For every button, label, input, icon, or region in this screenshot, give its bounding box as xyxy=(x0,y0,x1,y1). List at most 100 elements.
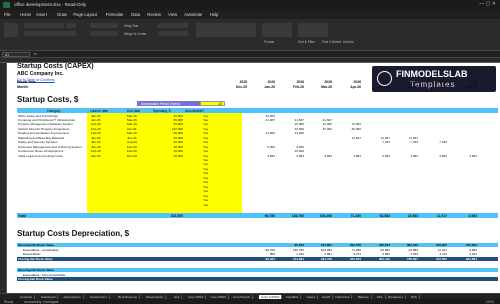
amortizable-cell[interactable]: Yes xyxy=(203,194,208,198)
format-button[interactable]: Format xyxy=(264,40,274,44)
input-area[interactable] xyxy=(87,113,242,213)
menu-item-review[interactable]: Review xyxy=(147,12,161,17)
accessibility-status[interactable]: Accessibility: Investigate xyxy=(24,300,59,304)
window-controls[interactable]: — ▢ ✕ xyxy=(479,1,496,7)
amortizable-cell[interactable]: Yes xyxy=(203,136,208,140)
launch-date-cell[interactable]: Jan-26 xyxy=(91,140,100,144)
menu-item-formulas[interactable]: Formulas xyxy=(106,12,123,17)
amortizable-cell[interactable]: Yes xyxy=(203,127,208,131)
launch-date-cell[interactable]: Jan-26 xyxy=(91,154,100,158)
launch-date-cell[interactable]: Feb-26 xyxy=(91,127,101,131)
dep-period-input[interactable]: 10 xyxy=(200,101,225,106)
end-date-cell[interactable]: Aug-26 xyxy=(127,140,137,144)
fx-icon[interactable]: fx xyxy=(34,52,37,56)
spending-cell[interactable]: 65,000 xyxy=(174,118,183,122)
amortizable-cell[interactable]: Yes xyxy=(203,189,208,193)
month-value-cell: 4,583 xyxy=(296,153,304,158)
amortizable-cell[interactable]: Yes xyxy=(203,167,208,171)
menu-item-home[interactable]: Home xyxy=(20,12,31,17)
amortizable-cell[interactable]: Yes xyxy=(203,145,208,149)
category-cell[interactable]: Initial Legal and Licensing Costs xyxy=(18,154,62,158)
amortizable-cell[interactable]: Yes xyxy=(203,114,208,118)
menu-item-draw[interactable]: Draw xyxy=(57,12,67,17)
cells-group[interactable] xyxy=(262,23,292,37)
align-top-buttons[interactable] xyxy=(90,23,118,28)
add-ins-button[interactable]: Add-ins xyxy=(343,40,354,44)
amortizable-cell[interactable]: Yes xyxy=(203,118,208,122)
category-cell[interactable]: Computer and Peripheral IT Infrastructur… xyxy=(18,118,75,122)
amortizable-cell[interactable]: Yes xyxy=(203,140,208,144)
launch-date-cell[interactable]: Jan-26 xyxy=(91,145,100,149)
find-select-button[interactable]: Find & Select xyxy=(322,40,341,44)
menu-item-view[interactable]: View xyxy=(168,12,177,17)
align-bottom-buttons[interactable] xyxy=(90,31,118,36)
category-cell[interactable]: Document Management and Archiving System xyxy=(18,145,82,149)
amortizable-cell[interactable]: Yes xyxy=(203,203,208,207)
spending-cell[interactable]: 42,500 xyxy=(174,114,183,118)
launch-date-cell[interactable]: Jan-26 xyxy=(91,136,100,140)
launch-date-cell[interactable]: Jan-26 xyxy=(91,114,100,118)
menu-item-data[interactable]: Data xyxy=(131,12,140,17)
amortizable-cell[interactable]: Yes xyxy=(203,180,208,184)
editing-group[interactable] xyxy=(298,23,328,37)
spending-cell[interactable]: 15,000 xyxy=(174,149,183,153)
end-date-cell[interactable]: Apr-26 xyxy=(127,127,136,131)
spending-cell[interactable]: 18,000 xyxy=(174,145,183,149)
menu-item-file[interactable]: File xyxy=(4,12,11,17)
spending-cell[interactable]: 35,000 xyxy=(174,136,183,140)
merge-center-button[interactable]: Merge & Center xyxy=(124,32,147,36)
launch-date-cell[interactable]: Feb-26 xyxy=(91,131,101,135)
end-date-cell[interactable]: Feb-26 xyxy=(127,145,137,149)
amortizable-cell[interactable]: Yes xyxy=(203,198,208,202)
amortizable-cell[interactable]: Yes xyxy=(203,154,208,158)
spending-cell[interactable]: 22,000 xyxy=(174,140,183,144)
amortizable-cell[interactable]: Yes xyxy=(203,158,208,162)
zoom-level[interactable]: 100% xyxy=(486,300,494,304)
end-date-cell[interactable]: Mar-26 xyxy=(127,118,137,122)
end-date-cell[interactable]: Mar-26 xyxy=(127,122,137,126)
wrap-text-button[interactable]: Wrap Text xyxy=(124,24,138,28)
end-date-cell[interactable]: Feb-26 xyxy=(127,149,137,153)
menu-item-insert[interactable]: Insert xyxy=(36,12,46,17)
amortizable-cell[interactable]: Yes xyxy=(203,185,208,189)
total-month-cell: 71,250 xyxy=(350,214,361,218)
spending-cell[interactable]: 28,000 xyxy=(174,131,183,135)
number-format-buttons[interactable] xyxy=(158,31,188,36)
sort-filter-button[interactable]: Sort & Filter xyxy=(298,40,315,44)
number-format-select[interactable] xyxy=(158,23,188,28)
spending-cell[interactable]: 45,000 xyxy=(174,122,183,126)
launch-date-cell[interactable]: Jan-26 xyxy=(91,118,100,122)
end-date-cell[interactable]: Mar-26 xyxy=(127,131,137,135)
category-cell[interactable]: Heating and Ventilation Improvement xyxy=(18,131,69,135)
worksheet[interactable]: Startup Costs (CAPEX) ABC Company Inc. G… xyxy=(7,63,500,293)
menu-item-page-layout[interactable]: Page Layout xyxy=(73,12,97,17)
menu-item-automate[interactable]: Automate xyxy=(184,12,202,17)
category-cell[interactable]: Property Management Software System xyxy=(18,122,73,126)
category-cell[interactable]: Safety and Security Systems xyxy=(18,140,58,144)
category-cell[interactable]: Conference Room AV Equipment xyxy=(18,149,63,153)
name-box[interactable]: A1 xyxy=(2,52,30,57)
amortizable-cell[interactable]: Yes xyxy=(203,162,208,166)
menu-item-help[interactable]: Help xyxy=(210,12,219,17)
paste-button[interactable] xyxy=(4,23,18,37)
spending-cell[interactable]: 120,000 xyxy=(172,127,183,131)
end-date-cell[interactable]: Dec-26 xyxy=(127,154,137,158)
amortizable-cell[interactable]: Yes xyxy=(203,122,208,126)
spending-cell[interactable]: 25,000 xyxy=(174,154,183,158)
category-cell[interactable]: Office Setup and Furnishings xyxy=(18,114,58,118)
styles-gallery[interactable] xyxy=(196,23,256,37)
end-date-cell[interactable]: Mar-26 xyxy=(127,114,137,118)
launch-date-cell[interactable]: Feb-26 xyxy=(91,149,101,153)
launch-date-cell[interactable]: Feb-26 xyxy=(91,122,101,126)
amortizable-cell[interactable]: Yes xyxy=(203,149,208,153)
end-date-cell[interactable]: Jun-26 xyxy=(127,136,136,140)
font-size-select[interactable] xyxy=(66,23,76,28)
category-cell[interactable]: Vehicle Fleet for Property Inspections xyxy=(18,127,69,131)
amortizable-cell[interactable]: Yes xyxy=(203,171,208,175)
amortizable-cell[interactable]: Yes xyxy=(203,176,208,180)
category-cell[interactable]: Marketing and Branding Materials xyxy=(18,136,64,140)
font-family-select[interactable] xyxy=(24,23,64,28)
font-format-buttons[interactable] xyxy=(24,31,76,36)
amortizable-cell[interactable]: Yes xyxy=(203,131,208,135)
row-headers[interactable] xyxy=(0,63,7,293)
